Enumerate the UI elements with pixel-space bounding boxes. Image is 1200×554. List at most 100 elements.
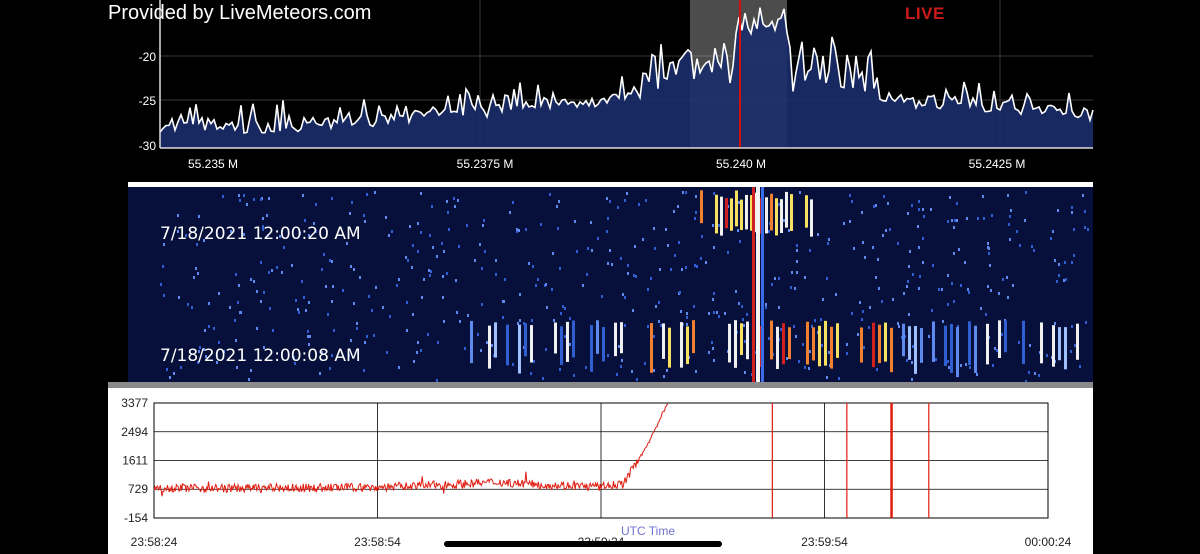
waterfall-pixel [458, 245, 460, 248]
waterfall-pixel [305, 309, 307, 312]
waterfall-pixel [477, 333, 479, 336]
waterfall-pixel [968, 291, 970, 294]
waterfall-pixel [609, 249, 611, 252]
waterfall-pixel [191, 306, 193, 309]
waterfall-pixel [1087, 228, 1089, 231]
waterfall-pixel [996, 349, 998, 352]
waterfall-pixel [987, 246, 989, 249]
waterfall-pixel [235, 273, 237, 276]
waterfall-pixel [269, 307, 271, 310]
waterfall-pixel [932, 321, 935, 362]
waterfall-pixel [872, 322, 875, 368]
waterfall-pixel [670, 268, 672, 271]
waterfall-pixel [303, 296, 305, 299]
waterfall-pixel [222, 195, 224, 198]
waterfall-pixel [884, 322, 887, 362]
waterfall-pixel [546, 306, 548, 309]
waterfall-pixel [1009, 238, 1011, 241]
waterfall-pixel [417, 222, 419, 225]
waterfall-pixel [1074, 344, 1076, 347]
waterfall-pixel [647, 288, 649, 291]
waterfall-pixel [713, 192, 715, 195]
waterfall-pixel [788, 327, 791, 360]
waterfall-pixel [989, 264, 991, 267]
spectrum-panel: -20 -25 -30 55.235 M 55.2375 M 55.240 M 55.24… [128, 0, 1094, 171]
waterfall-pixel [1073, 228, 1075, 231]
waterfall-pixel [761, 187, 764, 382]
waterfall-pixel [911, 361, 913, 364]
waterfall-pixel [420, 349, 422, 352]
waterfall-pixel [881, 300, 883, 303]
waterfall-pixel [442, 275, 444, 278]
waterfall-pixel [1034, 372, 1036, 375]
waterfall-pixel [953, 252, 955, 255]
plot-y-tick-label: 729 [128, 482, 148, 496]
waterfall-pixel [319, 372, 321, 375]
waterfall-pixel [780, 328, 782, 331]
waterfall-pixel [771, 283, 773, 286]
waterfall-pixel [204, 329, 206, 332]
waterfall-pixel [990, 289, 992, 292]
waterfall-pixel [178, 296, 180, 299]
waterfall-pixel [607, 354, 609, 357]
waterfall-pixel [356, 327, 358, 330]
waterfall-pixel [297, 308, 299, 311]
spectrum-x-ticks: 55.235 M 55.2375 M 55.240 M 55.2425 M [188, 157, 1025, 171]
waterfall-pixel [1076, 323, 1079, 360]
waterfall-pixel [1064, 261, 1066, 264]
waterfall-pixel [495, 259, 497, 262]
waterfall-pixel [331, 197, 333, 200]
waterfall-pixel [331, 260, 333, 263]
waterfall-pixel [307, 335, 309, 338]
waterfall-pixel [554, 322, 557, 354]
waterfall-pixel [919, 275, 921, 278]
waterfall-pixel [677, 205, 679, 208]
waterfall-pixel [883, 195, 885, 198]
waterfall-pixel [417, 341, 419, 344]
waterfall-pixel [1079, 365, 1081, 368]
waterfall-pixel [291, 264, 293, 267]
waterfall-pixel [907, 280, 909, 283]
plot-y-tick-label: 3377 [121, 396, 148, 410]
waterfall-timestamp-bottom: 7/18/2021 12:00:08 AM [160, 346, 361, 366]
waterfall-pixel [208, 302, 210, 305]
spectrum-x-tick-label: 55.2375 M [457, 157, 514, 171]
waterfall-pixel [558, 200, 560, 203]
waterfall-pixel [868, 326, 870, 329]
waterfall-pixel [366, 193, 368, 196]
waterfall-pixel [1071, 261, 1073, 264]
waterfall-pixel [557, 227, 559, 230]
waterfall-pixel [239, 199, 241, 202]
waterfall-pixel [828, 351, 830, 354]
waterfall-pixel [756, 187, 760, 382]
waterfall-pixel [788, 229, 790, 232]
waterfall-pixel [432, 246, 434, 249]
waterfall-pixel [638, 203, 640, 206]
waterfall-pixel [1054, 322, 1056, 325]
waterfall-pixel [535, 284, 537, 287]
waterfall-pixel [790, 286, 792, 289]
waterfall-pixel [327, 313, 329, 316]
waterfall-pixel [878, 287, 880, 290]
waterfall-pixel [1084, 226, 1086, 229]
waterfall-pixel [1071, 211, 1073, 214]
waterfall-pixel [980, 307, 982, 310]
waterfall-pixel [238, 284, 240, 287]
waterfall-pixel [238, 194, 240, 197]
waterfall-pixel [1064, 327, 1067, 370]
waterfall-pixel [668, 327, 671, 368]
waterfall-pixel [954, 219, 956, 222]
waterfall-pixel [453, 197, 455, 200]
waterfall-pixel [869, 306, 871, 309]
waterfall-pixel [528, 262, 530, 265]
waterfall-pixel [486, 341, 488, 344]
waterfall-pixel [877, 258, 879, 261]
waterfall-pixel [746, 313, 748, 316]
waterfall-pixel [545, 283, 547, 286]
waterfall-pixel [647, 325, 649, 328]
waterfall-pixel [198, 215, 200, 218]
waterfall-pixel [860, 327, 863, 363]
waterfall-pixel [642, 238, 644, 241]
waterfall-pixel [533, 360, 535, 363]
waterfall-pixel [518, 324, 521, 374]
